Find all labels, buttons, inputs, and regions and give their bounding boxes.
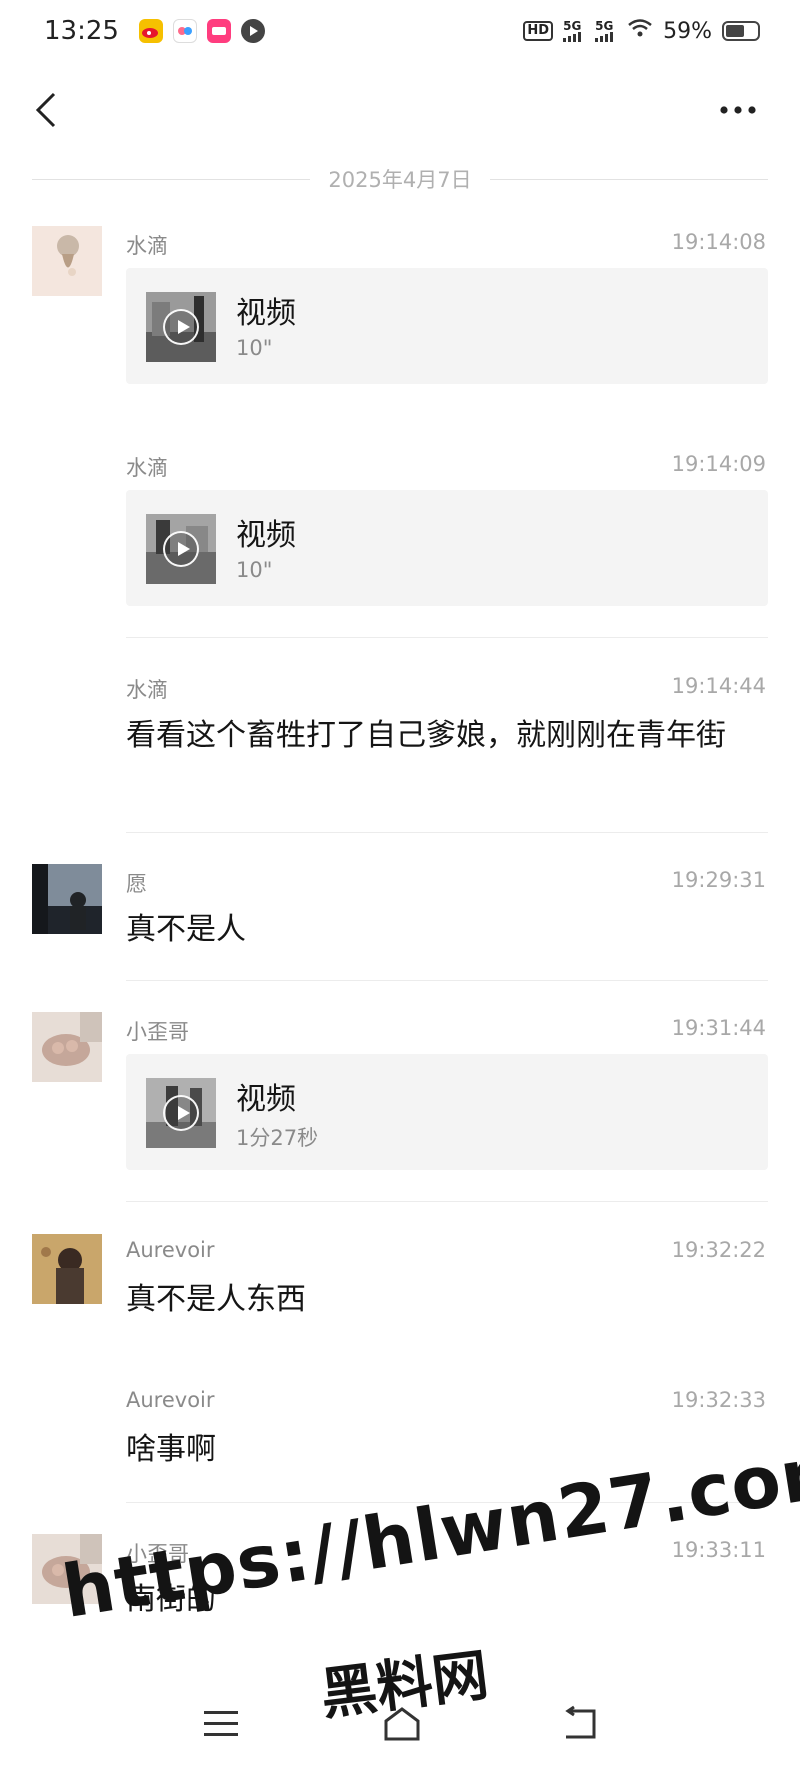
message-item: 水滴 19:14:44 看看这个畜牲打了自己爹娘，就刚刚在青年街 — [0, 670, 800, 810]
video-message-card[interactable]: 视频 1分27秒 — [126, 1054, 768, 1170]
signal-5g-label-2: 5G — [595, 19, 614, 33]
sender-name: 水滴 — [126, 678, 168, 702]
recent-apps-button[interactable] — [202, 1709, 242, 1739]
sender-name: 小歪哥 — [126, 1020, 189, 1044]
more-options-button[interactable] — [716, 92, 760, 128]
status-bar: 13:25 HD 5G 5G 59% — [0, 0, 800, 62]
signal-5g-icon-2: 5G — [595, 20, 617, 42]
sender-name: Aurevoir — [126, 1238, 215, 1262]
message-time: 19:32:33 — [671, 1388, 766, 1412]
avatar[interactable] — [32, 864, 102, 934]
message-time: 19:33:11 — [671, 1538, 766, 1562]
message-time: 19:14:44 — [671, 674, 766, 698]
status-time: 13:25 — [44, 16, 119, 46]
music-icon — [240, 19, 265, 43]
divider-line — [32, 178, 311, 180]
message-time: 19:14:09 — [671, 452, 766, 476]
play-icon — [163, 1095, 199, 1131]
weibo-icon — [138, 19, 163, 43]
message-time: 19:14:08 — [671, 230, 766, 254]
message-time: 19:32:22 — [671, 1238, 766, 1262]
date-divider: 2025年4月7日 — [32, 164, 769, 194]
avatar[interactable] — [32, 226, 102, 296]
message-item: 水滴 19:14:09 视频 10" — [0, 448, 800, 608]
sender-name: Aurevoir — [126, 1388, 215, 1412]
home-icon — [384, 1707, 420, 1741]
video-duration: 10" — [236, 558, 273, 582]
video-thumbnail — [146, 1078, 216, 1148]
video-message-card[interactable]: 视频 10" — [126, 268, 768, 384]
chevron-left-icon — [35, 92, 56, 128]
message-time: 19:29:31 — [671, 868, 766, 892]
back-button[interactable] — [28, 88, 68, 132]
system-back-button[interactable] — [560, 1705, 600, 1741]
video-thumbnail — [146, 292, 216, 362]
nav-bar — [0, 70, 800, 150]
avatar[interactable] — [32, 1012, 102, 1082]
divider-line — [489, 178, 769, 180]
battery-text: 59% — [663, 18, 712, 44]
play-icon — [163, 309, 199, 345]
wifi-icon — [627, 18, 653, 44]
message-item: 水滴 19:14:08 视频 10" — [0, 226, 800, 386]
video-title: 视频 — [236, 1082, 296, 1117]
message-item: 小歪哥 19:31:44 视频 1分27秒 — [0, 1012, 800, 1172]
message-separator — [126, 980, 768, 981]
message-time: 19:31:44 — [671, 1016, 766, 1040]
date-label: 2025年4月7日 — [328, 168, 472, 192]
app-badge-icon — [206, 19, 231, 43]
sender-name: 水滴 — [126, 234, 168, 258]
battery-level — [726, 25, 744, 37]
video-thumbnail — [146, 514, 216, 584]
signal-5g-label-1: 5G — [563, 19, 582, 33]
hd-label: HD — [523, 21, 554, 41]
wechat-channels-icon — [172, 19, 197, 43]
message-separator — [126, 637, 768, 638]
more-dots-icon — [720, 106, 756, 114]
play-icon — [163, 531, 199, 567]
video-duration: 1分27秒 — [236, 1126, 319, 1150]
menu-lines-icon — [204, 1711, 238, 1736]
sender-name: 水滴 — [126, 456, 168, 480]
return-icon — [565, 1705, 596, 1739]
message-separator — [126, 1201, 768, 1202]
battery-icon — [722, 21, 760, 41]
status-right: HD 5G 5G 59% — [523, 18, 760, 44]
message-text: 看看这个畜牲打了自己爹娘，就刚刚在青年街 — [126, 718, 726, 753]
system-navigation-bar — [0, 1669, 800, 1769]
hd-badge-icon: HD — [523, 21, 554, 41]
signal-5g-icon-1: 5G — [563, 20, 585, 42]
video-title: 视频 — [236, 518, 296, 553]
avatar[interactable] — [32, 1234, 102, 1304]
message-item: 愿 19:29:31 真不是人 — [0, 864, 800, 964]
video-duration: 10" — [236, 336, 273, 360]
message-item: Aurevoir 19:32:22 真不是人东西 — [0, 1234, 800, 1334]
message-text: 真不是人 — [126, 912, 246, 947]
message-text: 真不是人东西 — [126, 1282, 306, 1317]
video-title: 视频 — [236, 296, 296, 331]
status-left: 13:25 — [44, 16, 265, 46]
video-message-card[interactable]: 视频 10" — [126, 490, 768, 606]
message-separator — [126, 832, 768, 833]
home-button[interactable] — [382, 1705, 422, 1741]
sender-name: 愿 — [126, 872, 147, 896]
